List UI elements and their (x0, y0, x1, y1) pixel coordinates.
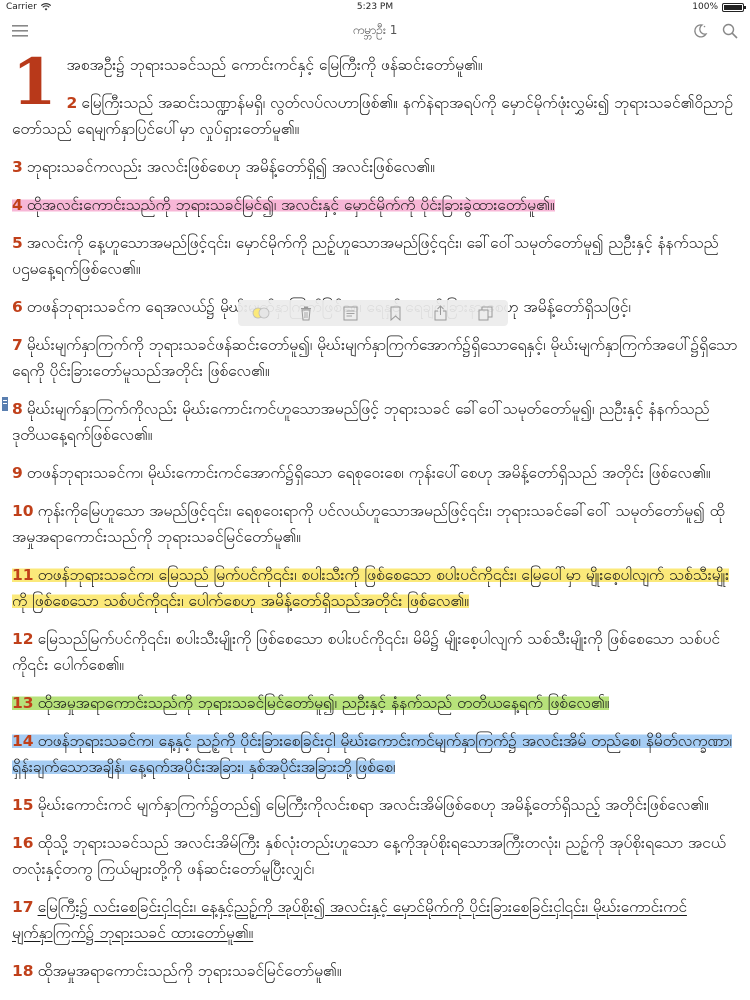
verse-text: တဖန်ဘုရားသခင်က၊ မိုဃ်းကောင်းကင်အောက်၌ရှိ… (26, 464, 711, 482)
verse-number: 14 (12, 732, 34, 750)
battery-icon (722, 2, 746, 12)
verse-number: 4 (12, 196, 23, 214)
highlighted-yellow: 11 တဖန်ဘုရားသခင်က၊ မြေသည် မြက်ပင်ကို၎င်း၊… (12, 566, 730, 610)
night-mode-button[interactable] (690, 21, 710, 41)
copy-button[interactable] (475, 303, 497, 323)
wifi-icon (40, 3, 51, 11)
bookmark-icon (390, 306, 401, 321)
verse-8[interactable]: 8 မိုဃ်းမျက်နှာကြက်ကိုလည်း မိုဃ်းကောင်းကင… (12, 396, 738, 448)
verse-number: 8 (12, 400, 23, 418)
chapter-content: 1 အစအဦး၌ ဘုရားသခင်သည် ကောင်းကင်နှင့် မြေ… (12, 51, 738, 996)
delete-icon (300, 306, 311, 320)
verse-16[interactable]: 16 ထိုသို့ ဘုရားသခင်သည် အလင်းအိမ်ကြီး နှစ… (12, 830, 738, 882)
verse-number: 7 (12, 336, 23, 354)
bookmark-marker-icon[interactable] (2, 397, 8, 411)
verse-number: 10 (12, 502, 34, 520)
verse-2[interactable]: 2 မြေကြီးသည် အဆင်းသဏ္ဍာန်မရှိ၊ လွတ်လပ်လဟာ… (12, 90, 738, 142)
verse-text: ထိုအလင်းကောင်းသည်ကို ဘုရားသခင်မြင်၍၊ အလင… (26, 196, 555, 214)
status-bar: Carrier 5:23 PM 100% (0, 0, 750, 14)
verse-number: 18 (12, 962, 34, 980)
highlighted-green: 13 ထိုအမှုအရာကောင်းသည်ကို ဘုရားသခင်မြင်တေ… (12, 694, 610, 712)
verse-number: 17 (12, 898, 34, 916)
verse-text: မိုဃ်းမျက်နှာကြက်ကို ဘုရားသခင်ဖန်ဆင်းတော… (12, 336, 738, 380)
verse-text: မိုဃ်းကောင်းကင် မျက်နှာကြက်၌တည်၍ မြေကြီး… (37, 796, 709, 814)
verse-10[interactable]: 10 ကုန်းကိုမြေဟူသော အမည်ဖြင့်၎င်း၊ ရေစုဝေ… (12, 498, 738, 550)
verse-number: 15 (12, 796, 34, 814)
hamburger-icon (12, 25, 28, 37)
verse-number: 9 (12, 464, 23, 482)
verse-13[interactable]: 13 ထိုအမှုအရာကောင်းသည်ကို ဘုရားသခင်မြင်တေ… (12, 690, 738, 716)
verse-7[interactable]: 7 မိုဃ်းမျက်နှာကြက်ကို ဘုရားသခင်ဖန်ဆင်းတေ… (12, 332, 738, 384)
verse-text: အစအဦး၌ ဘုရားသခင်သည် ကောင်းကင်နှင့် မြေကြ… (66, 56, 483, 74)
moon-icon (694, 24, 708, 38)
verse-number: 13 (12, 694, 34, 712)
highlighted-blue: 14 တဖန်ဘုရားသခင်က၊ နေ့နှင့် ညဉ့်ကို ပိုင်… (12, 732, 732, 776)
menu-button[interactable] (10, 21, 30, 41)
verse-text-underlined: မြေကြီး၌ လင်းစေခြင်းငှါ၎င်း၊ နေ့နှင့်ညဉ့… (12, 898, 687, 942)
note-button[interactable] (340, 303, 362, 323)
nav-bar: ကမ္ဘာဦး 1 (0, 14, 750, 48)
verse-11[interactable]: 11 တဖန်ဘုရားသခင်က၊ မြေသည် မြက်ပင်ကို၎င်း၊… (12, 562, 738, 614)
copy-icon (478, 306, 493, 320)
share-icon (434, 305, 447, 321)
verse-12[interactable]: 12 မြေသည်မြက်ပင်ကို၎င်း၊ စပါးသီးမျိုးကို … (12, 626, 738, 678)
verse-text: အလင်းကို နေ့ဟူသောအမည်ဖြင့်၎င်း၊ မှောင်မိ… (12, 234, 719, 278)
search-icon (722, 23, 738, 39)
search-button[interactable] (720, 21, 740, 41)
verse-14[interactable]: 14 တဖန်ဘုရားသခင်က၊ နေ့နှင့် ညဉ့်ကို ပိုင်… (12, 728, 738, 780)
battery-percent: 100% (692, 2, 718, 12)
status-left: Carrier (6, 2, 51, 12)
status-time: 5:23 PM (356, 2, 394, 12)
verse-text: ဘုရားသခင်ကလည်း အလင်းဖြစ်စေဟု အမိန့်တော်ရ… (26, 158, 435, 176)
verse-1[interactable]: အစအဦး၌ ဘုရားသခင်သည် ကောင်းကင်နှင့် မြေကြ… (12, 52, 738, 78)
bookmark-button[interactable] (385, 303, 407, 323)
verse-number: 16 (12, 834, 34, 852)
nav-actions (690, 21, 740, 41)
verse-text: ထိုသို့ ဘုရားသခင်သည် အလင်းအိမ်ကြီး နှစ်လ… (12, 834, 726, 878)
verse-action-toolbar (238, 300, 508, 326)
verse-text: တဖန်ဘုရားသခင်က၊ မြေသည် မြက်ပင်ကို၎င်း၊ စ… (12, 566, 730, 610)
verse-17[interactable]: 17 မြေကြီး၌ လင်းစေခြင်းငှါ၎င်း၊ နေ့နှင့်ည… (12, 894, 738, 946)
verse-text: မြေကြီးသည် အဆင်းသဏ္ဍာန်မရှိ၊ လွတ်လပ်လဟာဖ… (12, 94, 734, 138)
note-icon (343, 306, 358, 320)
verse-4[interactable]: 4 ထိုအလင်းကောင်းသည်ကို ဘုရားသခင်မြင်၍၊ အလ… (12, 192, 738, 218)
carrier-label: Carrier (6, 2, 37, 12)
verse-number: 6 (12, 298, 23, 316)
verse-5[interactable]: 5 အလင်းကို နေ့ဟူသောအမည်ဖြင့်၎င်း၊ မှောင်မ… (12, 230, 738, 282)
verse-number: 3 (12, 158, 23, 176)
highlighted-pink: 4 ထိုအလင်းကောင်းသည်ကို ဘုရားသခင်မြင်၍၊ အလ… (12, 196, 555, 214)
verse-text: မြေသည်မြက်ပင်ကို၎င်း၊ စပါးသီးမျိုးကို ဖြ… (12, 630, 720, 674)
verse-3[interactable]: 3 ဘုရားသခင်ကလည်း အလင်းဖြစ်စေဟု အမိန့်တော်… (12, 154, 738, 180)
verse-text: ထိုအမှုအရာကောင်းသည်ကို ဘုရားသခင်မြင်တော်… (37, 962, 342, 980)
verse-9[interactable]: 9 တဖန်ဘုရားသခင်က၊ မိုဃ်းကောင်းကင်အောက်၌ရှ… (12, 460, 738, 486)
verse-text: တဖန်ဘုရားသခင်က၊ နေ့နှင့် ညဉ့်ကို ပိုင်းခ… (12, 732, 732, 776)
verse-18[interactable]: 18 ထိုအမှုအရာကောင်းသည်ကို ဘုရားသခင်မြင်တေ… (12, 958, 738, 984)
chapter-title: ကမ္ဘာဦး 1 (352, 23, 398, 37)
verse-text: မိုဃ်းမျက်နှာကြက်ကိုလည်း မိုဃ်းကောင်းကင်… (12, 400, 710, 444)
share-button[interactable] (430, 303, 452, 323)
delete-button[interactable] (295, 303, 317, 323)
verse-number: 12 (12, 630, 34, 648)
highlight-color-button[interactable] (250, 303, 272, 323)
verse-text: ကုန်းကိုမြေဟူသော အမည်ဖြင့်၎င်း၊ ရေစုဝေးရ… (12, 502, 725, 546)
verse-text: ထိုအမှုအရာကောင်းသည်ကို ဘုရားသခင်မြင်တော်… (37, 694, 610, 712)
verse-number: 2 (66, 94, 78, 112)
verse-number: 5 (12, 234, 23, 252)
highlight-color-icon (252, 307, 269, 319)
verse-number: 11 (12, 566, 34, 584)
verse-15[interactable]: 15 မိုဃ်းကောင်းကင် မျက်နှာကြက်၌တည်၍ မြေကြ… (12, 792, 738, 818)
status-right: 100% (692, 2, 746, 12)
